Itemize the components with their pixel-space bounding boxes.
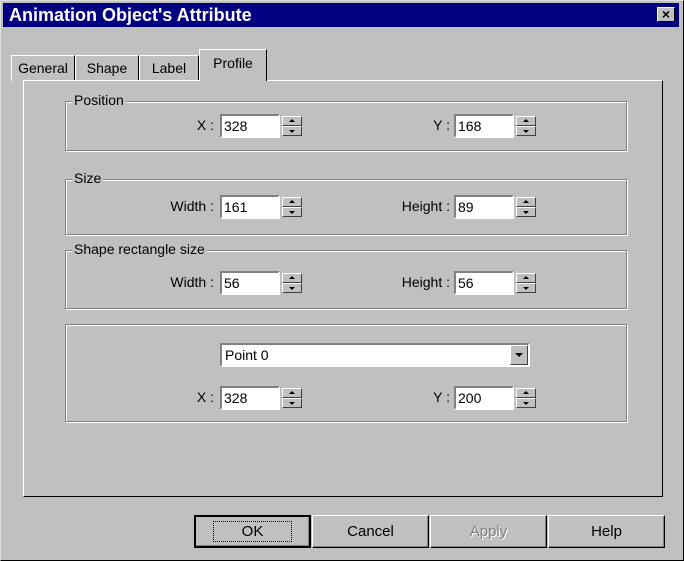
shape-rect-height-spinner[interactable]: 56 — [454, 271, 541, 295]
ok-button[interactable]: OK — [194, 515, 311, 548]
shape-rect-height-input[interactable]: 56 — [454, 271, 514, 295]
shape-rect-width-spinner[interactable]: 56 — [220, 271, 307, 295]
size-height-input[interactable]: 89 — [454, 195, 514, 219]
position-y-input[interactable]: 168 — [454, 114, 514, 138]
profile-panel: Position X : 328 Y : 168 Size Width : 16… — [23, 80, 663, 497]
point-x-input[interactable]: 328 — [220, 386, 280, 410]
tab-profile-label: Profile — [213, 55, 253, 71]
size-width-spinner[interactable]: 161 — [220, 195, 307, 219]
chevron-down-icon[interactable] — [510, 345, 528, 365]
title-bar[interactable]: Animation Object's Attribute × — [3, 3, 679, 27]
spin-up-icon[interactable] — [516, 197, 536, 207]
point-y-label: Y : — [433, 389, 450, 405]
window-title: Animation Object's Attribute — [9, 5, 252, 25]
size-height-label: Height : — [401, 198, 450, 214]
point-select-value: Point 0 — [225, 347, 269, 363]
spin-down-icon[interactable] — [516, 126, 536, 136]
spin-down-icon[interactable] — [516, 398, 536, 408]
ok-button-label: OK — [212, 521, 293, 542]
position-legend: Position — [72, 92, 126, 108]
spin-down-icon[interactable] — [516, 207, 536, 217]
close-icon: × — [661, 6, 671, 22]
dialog-window: Animation Object's Attribute × General S… — [0, 0, 684, 561]
apply-button-label: Apply — [469, 523, 508, 540]
size-width-input[interactable]: 161 — [220, 195, 280, 219]
point-x-label: X : — [196, 389, 214, 405]
size-height-spinner[interactable]: 89 — [454, 195, 541, 219]
spin-up-icon[interactable] — [282, 116, 302, 126]
help-button-label: Help — [591, 523, 622, 540]
shape-rect-width-label: Width : — [170, 274, 214, 290]
spin-down-icon[interactable] — [516, 283, 536, 293]
close-button[interactable]: × — [657, 7, 675, 22]
spin-up-icon[interactable] — [282, 197, 302, 207]
point-y-spinner[interactable]: 200 — [454, 386, 541, 410]
position-x-spinner[interactable]: 328 — [220, 114, 307, 138]
position-y-spinner[interactable]: 168 — [454, 114, 541, 138]
shape-rect-legend: Shape rectangle size — [72, 241, 207, 257]
cancel-button[interactable]: Cancel — [312, 515, 429, 548]
cancel-button-label: Cancel — [347, 523, 394, 540]
spin-up-icon[interactable] — [516, 273, 536, 283]
tab-label[interactable]: Label — [139, 55, 199, 81]
point-y-input[interactable]: 200 — [454, 386, 514, 410]
position-x-label: X : — [196, 117, 214, 133]
tab-shape-label: Shape — [86, 60, 128, 76]
point-select[interactable]: Point 0 — [220, 343, 530, 367]
tab-shape[interactable]: Shape — [75, 55, 139, 81]
tab-general[interactable]: General — [11, 55, 75, 81]
apply-button[interactable]: Apply — [430, 515, 547, 548]
point-group — [65, 324, 627, 422]
point-x-spinner[interactable]: 328 — [220, 386, 307, 410]
spin-up-icon[interactable] — [516, 388, 536, 398]
tab-general-label: General — [18, 60, 68, 76]
tab-label-label: Label — [151, 60, 187, 76]
spin-down-icon[interactable] — [282, 126, 302, 136]
shape-rect-width-input[interactable]: 56 — [220, 271, 280, 295]
spin-down-icon[interactable] — [282, 398, 302, 408]
spin-up-icon[interactable] — [516, 116, 536, 126]
position-group: Position — [65, 92, 627, 151]
position-y-label: Y : — [433, 117, 450, 133]
shape-rect-height-label: Height : — [401, 274, 450, 290]
tab-profile[interactable]: Profile — [199, 49, 267, 81]
size-legend: Size — [72, 170, 104, 186]
spin-down-icon[interactable] — [282, 283, 302, 293]
spin-up-icon[interactable] — [282, 388, 302, 398]
spin-up-icon[interactable] — [282, 273, 302, 283]
spin-down-icon[interactable] — [282, 207, 302, 217]
position-x-input[interactable]: 328 — [220, 114, 280, 138]
help-button[interactable]: Help — [548, 515, 665, 548]
size-width-label: Width : — [170, 198, 214, 214]
